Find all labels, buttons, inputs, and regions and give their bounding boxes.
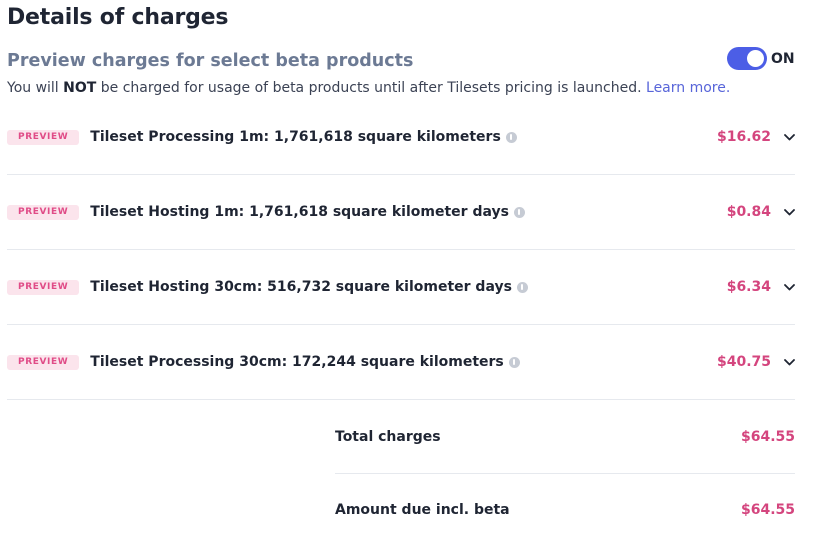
charge-label-text: Tileset Hosting 30cm: 516,732 square kil…: [90, 279, 512, 295]
page-title: Details of charges: [7, 5, 229, 30]
charge-label: Tileset Processing 30cm: 172,244 square …: [90, 354, 520, 370]
charge-label: Tileset Hosting 1m: 1,761,618 square kil…: [90, 204, 525, 220]
beta-notice-prefix: You will: [7, 80, 64, 96]
preview-badge: PREVIEW: [7, 129, 80, 145]
total-charges-amount: $64.55: [740, 428, 795, 445]
preview-toggle[interactable]: ON: [727, 47, 795, 70]
learn-more-link[interactable]: Learn more.: [646, 80, 730, 96]
preview-badge: PREVIEW: [7, 204, 80, 220]
info-icon[interactable]: [505, 131, 517, 143]
charge-label-text: Tileset Processing 1m: 1,761,618 square …: [90, 129, 501, 145]
chevron-down-icon[interactable]: [771, 129, 795, 145]
beta-notice-emphasis: NOT: [63, 80, 97, 96]
total-charges-label: Total charges: [335, 428, 441, 445]
beta-notice-suffix: be charged for usage of beta products un…: [96, 80, 647, 96]
chevron-down-icon[interactable]: [771, 279, 795, 295]
charge-amount: $6.34: [726, 279, 771, 295]
charge-row[interactable]: PREVIEW Tileset Processing 30cm: 172,244…: [7, 325, 795, 400]
toggle-knob: [747, 50, 764, 67]
total-charges-row: Total charges $64.55: [335, 400, 795, 474]
charge-amount: $0.84: [726, 204, 771, 220]
charge-label: Tileset Hosting 30cm: 516,732 square kil…: [90, 279, 528, 295]
charge-row[interactable]: PREVIEW Tileset Hosting 30cm: 516,732 sq…: [7, 250, 795, 325]
info-icon[interactable]: [508, 356, 520, 368]
beta-notice: You will NOT be charged for usage of bet…: [7, 80, 730, 96]
amount-due-row: Amount due incl. beta $64.55: [335, 473, 795, 543]
preview-badge: PREVIEW: [7, 279, 80, 295]
charge-amount: $16.62: [716, 129, 771, 145]
info-icon[interactable]: [513, 206, 525, 218]
charge-label-text: Tileset Hosting 1m: 1,761,618 square kil…: [90, 204, 509, 220]
charge-label-text: Tileset Processing 30cm: 172,244 square …: [90, 354, 504, 370]
chevron-down-icon[interactable]: [771, 354, 795, 370]
charge-row[interactable]: PREVIEW Tileset Hosting 1m: 1,761,618 sq…: [7, 175, 795, 250]
charge-label: Tileset Processing 1m: 1,761,618 square …: [90, 129, 517, 145]
amount-due-amount: $64.55: [740, 502, 795, 518]
details-of-charges-page: Details of charges Preview charges for s…: [0, 0, 826, 543]
preview-badge: PREVIEW: [7, 354, 80, 370]
chevron-down-icon[interactable]: [771, 204, 795, 220]
charge-amount: $40.75: [716, 354, 771, 370]
charge-row[interactable]: PREVIEW Tileset Processing 1m: 1,761,618…: [7, 100, 795, 175]
preview-section-title: Preview charges for select beta products: [7, 51, 414, 71]
toggle-label: ON: [771, 50, 795, 67]
toggle-track[interactable]: [727, 47, 767, 70]
info-icon[interactable]: [516, 281, 528, 293]
amount-due-label: Amount due incl. beta: [335, 502, 510, 518]
